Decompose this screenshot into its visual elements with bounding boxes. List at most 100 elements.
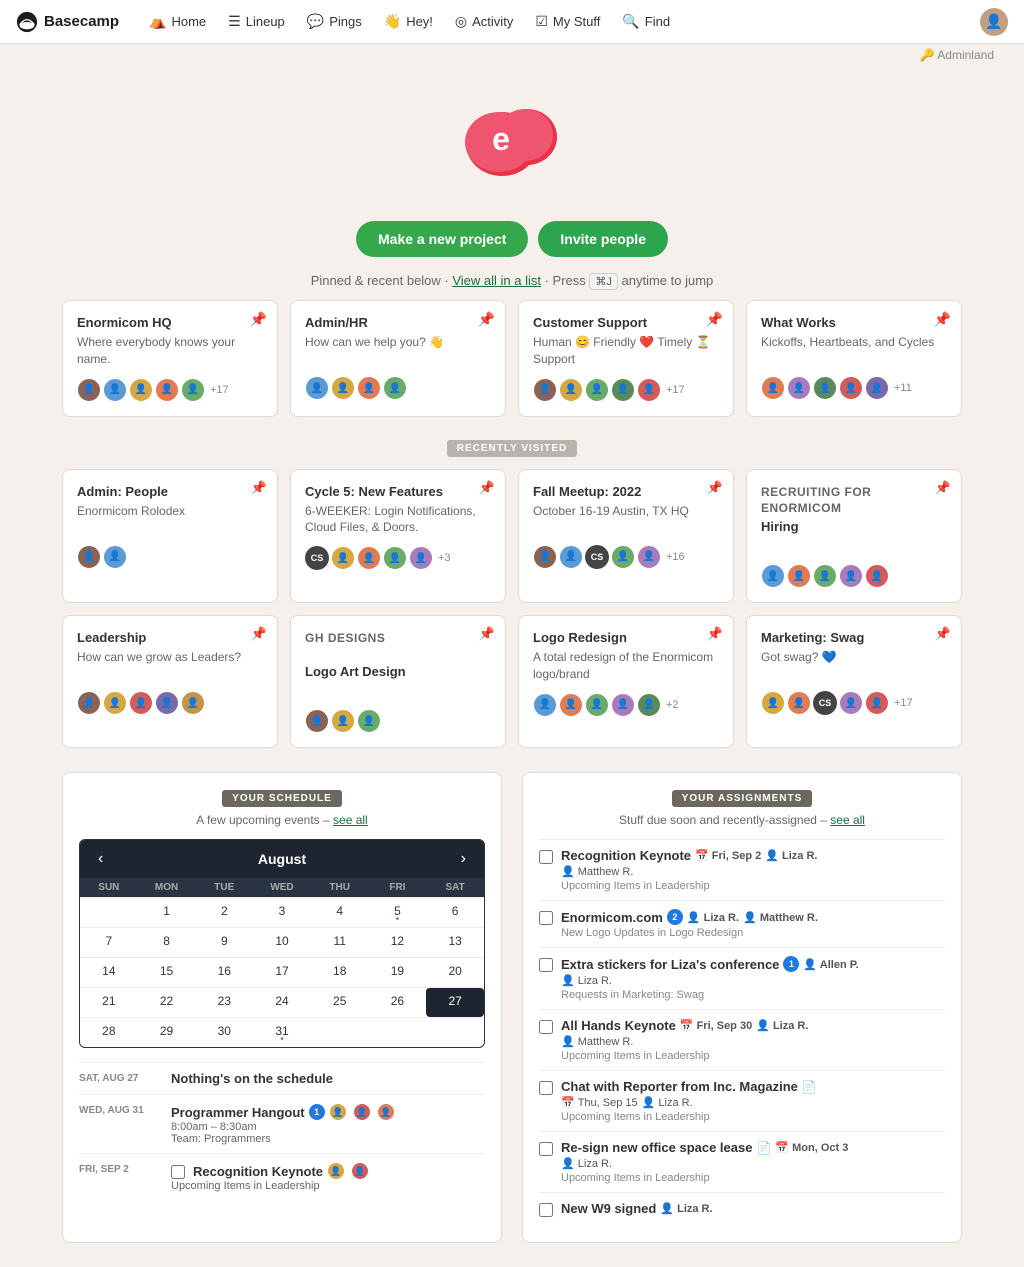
cal-day[interactable]: 25 bbox=[311, 987, 369, 1017]
assignment-checkbox[interactable] bbox=[539, 958, 553, 972]
calendar-header: ‹ August › bbox=[80, 840, 484, 878]
cal-day[interactable]: 18 bbox=[311, 957, 369, 987]
cal-day[interactable]: 15 bbox=[138, 957, 196, 987]
person-badge: 👤 Liza R. bbox=[561, 1157, 612, 1170]
calendar-next-button[interactable]: › bbox=[455, 848, 472, 870]
adminland-anchor[interactable]: 🔑 Adminland bbox=[920, 48, 994, 62]
nav-items: ⛺Home ☰Lineup 💬Pings 👋Hey! ◎Activity ☑My… bbox=[139, 7, 980, 36]
project-card-logo-art-design[interactable]: 📌 GH DESIGNS Logo Art Design 👤 👤 👤 bbox=[290, 615, 506, 748]
person-badge: 👤 Matthew R. bbox=[561, 865, 633, 878]
pin-gray-icon[interactable]: 📌 bbox=[479, 626, 495, 642]
cal-day[interactable]: 31 bbox=[253, 1017, 311, 1047]
cal-day[interactable]: 7 bbox=[80, 927, 138, 957]
cal-day[interactable]: 14 bbox=[80, 957, 138, 987]
cal-day[interactable]: 19 bbox=[369, 957, 427, 987]
assignments-see-all-link[interactable]: see all bbox=[830, 813, 865, 827]
project-card-leadership[interactable]: 📌 Leadership How can we grow as Leaders?… bbox=[62, 615, 278, 748]
view-all-link[interactable]: View all in a list bbox=[452, 273, 541, 288]
pin-gray-icon[interactable]: 📌 bbox=[707, 480, 723, 496]
nav-activity[interactable]: ◎Activity bbox=[445, 7, 523, 36]
nav-hey[interactable]: 👋Hey! bbox=[374, 7, 443, 36]
cal-day[interactable]: 30 bbox=[195, 1017, 253, 1047]
nav-lineup[interactable]: ☰Lineup bbox=[218, 7, 295, 36]
cal-day[interactable]: 29 bbox=[138, 1017, 196, 1047]
pin-gray-icon[interactable]: 📌 bbox=[251, 626, 267, 642]
pin-gray-icon[interactable]: 📌 bbox=[251, 480, 267, 496]
nav-home[interactable]: ⛺Home bbox=[139, 7, 216, 36]
assignment-checkbox[interactable] bbox=[539, 1203, 553, 1217]
assignment-checkbox[interactable] bbox=[539, 1081, 553, 1095]
schedule-content: Nothing's on the schedule bbox=[171, 1071, 485, 1086]
cal-day[interactable]: 23 bbox=[195, 987, 253, 1017]
assignments-box: YOUR ASSIGNMENTS Stuff due soon and rece… bbox=[522, 772, 962, 1243]
cal-day[interactable]: 26 bbox=[369, 987, 427, 1017]
num-badge: 2 bbox=[667, 909, 683, 925]
project-card-enormicom-hq[interactable]: 📌 Enormicom HQ Where everybody knows you… bbox=[62, 300, 278, 417]
cal-day[interactable]: 20 bbox=[426, 957, 484, 987]
cal-day[interactable]: 8 bbox=[138, 927, 196, 957]
cal-day[interactable]: 3 bbox=[253, 897, 311, 927]
cal-day[interactable]: 11 bbox=[311, 927, 369, 957]
user-avatar[interactable]: 👤 bbox=[980, 8, 1008, 36]
avatar: CS bbox=[585, 545, 609, 569]
nav-mystuff[interactable]: ☑My Stuff bbox=[525, 7, 610, 36]
project-avatars: 👤 👤 👤 👤 👤 +11 bbox=[761, 376, 947, 400]
nav-find[interactable]: 🔍Find bbox=[612, 7, 680, 36]
cal-day-today[interactable]: 27 bbox=[426, 987, 484, 1017]
project-card-admin-people[interactable]: 📌 Admin: People Enormicom Rolodex 👤 👤 bbox=[62, 469, 278, 604]
cal-day[interactable]: 10 bbox=[253, 927, 311, 957]
project-card-marketing-swag[interactable]: 📌 Marketing: Swag Got swag? 💙 👤 👤 CS 👤 👤… bbox=[746, 615, 962, 748]
cal-day[interactable]: 22 bbox=[138, 987, 196, 1017]
pin-gray-icon[interactable]: 📌 bbox=[707, 626, 723, 642]
cal-day[interactable]: 28 bbox=[80, 1017, 138, 1047]
cal-day[interactable]: 9 bbox=[195, 927, 253, 957]
event-checkbox[interactable] bbox=[171, 1165, 185, 1179]
avatar: 👤 bbox=[331, 709, 355, 733]
schedule-box: YOUR SCHEDULE A few upcoming events – se… bbox=[62, 772, 502, 1243]
project-card-customer-support[interactable]: 📌 Customer Support Human 😊 Friendly ❤️ T… bbox=[518, 300, 734, 417]
brand-logo[interactable]: Basecamp bbox=[16, 11, 119, 33]
project-card-logo-redesign[interactable]: 📌 Logo Redesign A total redesign of the … bbox=[518, 615, 734, 748]
project-card-hiring[interactable]: 📌 RECRUITING FOR ENORMICOM Hiring 👤 👤 👤 … bbox=[746, 469, 962, 604]
project-card-fall-meetup[interactable]: 📌 Fall Meetup: 2022 October 16-19 Austin… bbox=[518, 469, 734, 604]
assignment-checkbox[interactable] bbox=[539, 850, 553, 864]
recently-visited-header: RECENTLY VISITED bbox=[0, 439, 1024, 457]
cal-day[interactable]: 6 bbox=[426, 897, 484, 927]
cal-day[interactable]: 2 bbox=[195, 897, 253, 927]
calendar-days: 1 2 3 4 5 6 7 8 9 10 11 12 13 14 15 16 1… bbox=[80, 897, 484, 1047]
calendar-prev-button[interactable]: ‹ bbox=[92, 848, 109, 870]
project-card-admin-hr[interactable]: 📌 Admin/HR How can we help you? 👋 👤 👤 👤 … bbox=[290, 300, 506, 417]
nav-pings[interactable]: 💬Pings bbox=[297, 7, 372, 36]
cal-day[interactable]: 5 bbox=[369, 897, 427, 927]
cal-day[interactable]: 16 bbox=[195, 957, 253, 987]
cal-day[interactable]: 1 bbox=[138, 897, 196, 927]
pin-gray-icon[interactable]: 📌 bbox=[935, 626, 951, 642]
avatar: 👤 bbox=[533, 693, 557, 717]
project-card-cycle5[interactable]: 📌 Cycle 5: New Features 6-WEEKER: Login … bbox=[290, 469, 506, 604]
cal-day[interactable]: 13 bbox=[426, 927, 484, 957]
project-card-what-works[interactable]: 📌 What Works Kickoffs, Heartbeats, and C… bbox=[746, 300, 962, 417]
cal-day[interactable]: 4 bbox=[311, 897, 369, 927]
assignment-checkbox[interactable] bbox=[539, 1020, 553, 1034]
person-badge: 👤 Matthew R. bbox=[743, 911, 818, 924]
project-desc: Human 😊 Friendly ❤️ Timely ⏳ Support bbox=[533, 334, 719, 368]
assign-sub: Requests in Marketing: Swag bbox=[561, 989, 945, 1001]
invite-people-button[interactable]: Invite people bbox=[538, 221, 668, 257]
new-project-button[interactable]: Make a new project bbox=[356, 221, 528, 257]
assignment-checkbox[interactable] bbox=[539, 911, 553, 925]
day-wed: WED bbox=[253, 878, 311, 897]
cal-day[interactable]: 21 bbox=[80, 987, 138, 1017]
cal-day[interactable]: 24 bbox=[253, 987, 311, 1017]
cal-day[interactable]: 12 bbox=[369, 927, 427, 957]
avatar: 👤 bbox=[77, 378, 101, 402]
assign-meta: 📅 Thu, Sep 15 👤 Liza R. bbox=[561, 1096, 945, 1109]
avatar-count: +3 bbox=[438, 552, 451, 564]
cal-day[interactable] bbox=[80, 897, 138, 927]
pin-gray-icon[interactable]: 📌 bbox=[479, 480, 495, 496]
adminland-link[interactable]: 🔑 Adminland bbox=[0, 44, 1024, 62]
pin-gray-icon[interactable]: 📌 bbox=[935, 480, 951, 496]
schedule-see-all-link[interactable]: see all bbox=[333, 813, 368, 827]
assignment-checkbox[interactable] bbox=[539, 1142, 553, 1156]
cal-day[interactable]: 17 bbox=[253, 957, 311, 987]
person-badge: 👤 Liza R. bbox=[687, 911, 739, 924]
